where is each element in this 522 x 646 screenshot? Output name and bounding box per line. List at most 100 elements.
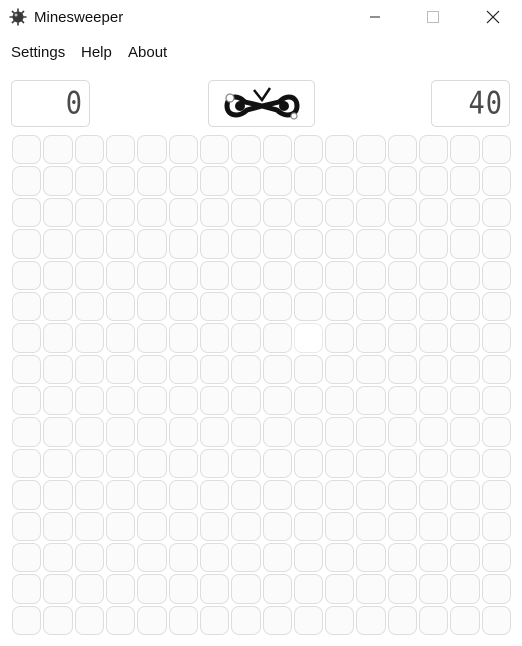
mine-cell[interactable]	[387, 386, 418, 416]
mine-cell[interactable]	[43, 448, 73, 479]
mine-cell[interactable]	[356, 480, 386, 510]
mine-cell[interactable]	[168, 197, 198, 228]
mine-cell[interactable]	[12, 229, 42, 259]
mine-cell[interactable]	[137, 386, 167, 416]
mine-cell[interactable]	[74, 605, 104, 635]
mine-cell[interactable]	[74, 386, 104, 416]
mine-cell[interactable]	[43, 260, 73, 290]
mine-cell[interactable]	[356, 605, 386, 635]
mine-cell[interactable]	[137, 511, 167, 541]
mine-cell[interactable]	[74, 135, 104, 165]
mine-cell[interactable]	[43, 542, 73, 573]
mine-cell[interactable]	[199, 135, 230, 165]
mine-cell[interactable]	[419, 166, 449, 196]
mine-cell[interactable]	[168, 480, 198, 510]
mine-cell[interactable]	[450, 354, 480, 384]
mine-cell[interactable]	[137, 260, 167, 290]
mine-cell[interactable]	[481, 291, 511, 322]
face-button[interactable]	[208, 80, 315, 127]
mine-cell[interactable]	[450, 323, 480, 353]
mine-cell[interactable]	[325, 229, 355, 259]
mine-cell[interactable]	[387, 605, 418, 635]
mine-cell[interactable]	[231, 197, 261, 228]
mine-cell[interactable]	[419, 480, 449, 510]
mine-cell[interactable]	[74, 417, 104, 447]
mine-cell[interactable]	[325, 291, 355, 322]
mine-cell[interactable]	[43, 417, 73, 447]
mine-cell[interactable]	[231, 166, 261, 196]
mine-cell[interactable]	[12, 386, 42, 416]
mine-cell[interactable]	[12, 542, 42, 573]
mine-cell[interactable]	[12, 480, 42, 510]
mine-cell[interactable]	[105, 542, 136, 573]
mine-cell[interactable]	[199, 480, 230, 510]
mine-cell[interactable]	[137, 605, 167, 635]
mine-cell[interactable]	[12, 197, 42, 228]
mine-cell[interactable]	[387, 417, 418, 447]
mine-cell[interactable]	[293, 135, 324, 165]
mine-cell[interactable]	[199, 542, 230, 573]
mine-cell[interactable]	[74, 323, 104, 353]
mine-cell[interactable]	[74, 291, 104, 322]
mine-cell[interactable]	[262, 197, 292, 228]
mine-cell[interactable]	[293, 574, 324, 604]
mine-cell[interactable]	[387, 197, 418, 228]
mine-cell[interactable]	[231, 574, 261, 604]
mine-cell[interactable]	[450, 291, 480, 322]
mine-cell[interactable]	[356, 291, 386, 322]
mine-cell[interactable]	[293, 417, 324, 447]
mine-cell[interactable]	[168, 354, 198, 384]
mine-cell[interactable]	[450, 135, 480, 165]
mine-cell[interactable]	[199, 511, 230, 541]
mine-cell[interactable]	[356, 511, 386, 541]
close-button[interactable]	[470, 0, 516, 34]
mine-cell[interactable]	[293, 480, 324, 510]
mine-cell[interactable]	[43, 291, 73, 322]
mine-cell[interactable]	[356, 197, 386, 228]
mine-cell[interactable]	[137, 480, 167, 510]
mine-cell[interactable]	[356, 166, 386, 196]
mine-cell[interactable]	[199, 354, 230, 384]
mine-cell[interactable]	[105, 386, 136, 416]
mine-cell[interactable]	[450, 480, 480, 510]
mine-cell[interactable]	[12, 448, 42, 479]
mine-cell[interactable]	[231, 542, 261, 573]
mine-cell[interactable]	[137, 574, 167, 604]
mine-cell[interactable]	[387, 323, 418, 353]
mine-cell[interactable]	[419, 542, 449, 573]
mine-cell[interactable]	[450, 448, 480, 479]
mine-cell[interactable]	[74, 197, 104, 228]
mine-cell[interactable]	[387, 354, 418, 384]
maximize-button[interactable]	[410, 0, 456, 34]
mine-cell[interactable]	[137, 542, 167, 573]
mine-cell[interactable]	[419, 354, 449, 384]
mine-cell[interactable]	[419, 323, 449, 353]
mine-cell[interactable]	[105, 291, 136, 322]
mine-cell[interactable]	[356, 542, 386, 573]
mine-cell[interactable]	[168, 448, 198, 479]
mine-cell[interactable]	[137, 417, 167, 447]
mine-cell[interactable]	[105, 197, 136, 228]
mine-cell[interactable]	[356, 574, 386, 604]
mine-cell[interactable]	[231, 354, 261, 384]
mine-cell[interactable]	[262, 354, 292, 384]
mine-cell[interactable]	[450, 260, 480, 290]
mine-cell[interactable]	[43, 386, 73, 416]
mine-cell[interactable]	[419, 386, 449, 416]
mine-cell[interactable]	[356, 229, 386, 259]
mine-cell[interactable]	[419, 511, 449, 541]
mine-cell[interactable]	[199, 323, 230, 353]
mine-cell[interactable]	[168, 323, 198, 353]
mine-cell[interactable]	[387, 511, 418, 541]
mine-cell[interactable]	[74, 574, 104, 604]
mine-cell[interactable]	[419, 417, 449, 447]
mine-cell[interactable]	[199, 229, 230, 259]
mine-cell[interactable]	[262, 511, 292, 541]
mine-cell[interactable]	[325, 542, 355, 573]
mine-cell[interactable]	[325, 323, 355, 353]
mine-cell[interactable]	[262, 542, 292, 573]
mine-cell[interactable]	[168, 135, 198, 165]
mine-cell[interactable]	[481, 417, 511, 447]
mine-cell[interactable]	[262, 574, 292, 604]
mine-cell[interactable]	[293, 354, 324, 384]
